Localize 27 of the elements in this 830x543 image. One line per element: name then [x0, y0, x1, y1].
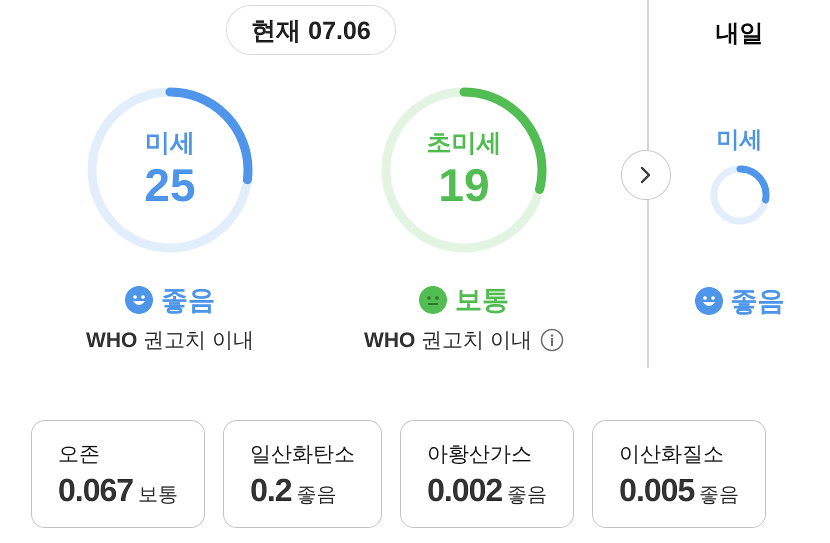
pollutant-name: 일산화탄소 — [250, 442, 356, 468]
pollutant-value: 0.2 — [250, 472, 292, 508]
pollutant-name: 이산화질소 — [619, 442, 726, 468]
pollutant-value: 0.002 — [427, 472, 502, 508]
pollutant-value: 0.005 — [619, 472, 694, 508]
gauge-ring — [708, 163, 772, 227]
next-button[interactable] — [621, 150, 671, 200]
pollutant-grade: 좋음 — [699, 482, 740, 508]
info-icon[interactable] — [540, 328, 564, 352]
gauge-label: 초미세 — [426, 128, 502, 158]
gauge-label: 미세 — [716, 125, 762, 154]
pollutant-name: 오존 — [58, 442, 101, 468]
tomorrow-title: 내일 — [716, 19, 764, 49]
grade-label: 좋음 — [161, 284, 215, 317]
grade-label: 좋음 — [730, 285, 784, 318]
grade-label: 보통 — [455, 284, 509, 317]
gauge-value: 19 — [438, 158, 490, 212]
note-text: WHO 권고치 이내 — [364, 328, 532, 354]
pollutant-grade: 좋음 — [507, 482, 548, 508]
pollutant-grade: 보통 — [138, 482, 178, 508]
note-text: WHO 권고치 이내 — [86, 328, 254, 354]
pollutant-name: 아황산가스 — [427, 442, 534, 468]
pollutant-value: 0.067 — [58, 472, 134, 508]
pollutant-grade: 좋음 — [296, 482, 337, 508]
gauge-value: 25 — [144, 158, 196, 212]
gauge-label: 미세 — [145, 128, 195, 158]
date-badge: 현재 07.06 — [226, 5, 396, 55]
